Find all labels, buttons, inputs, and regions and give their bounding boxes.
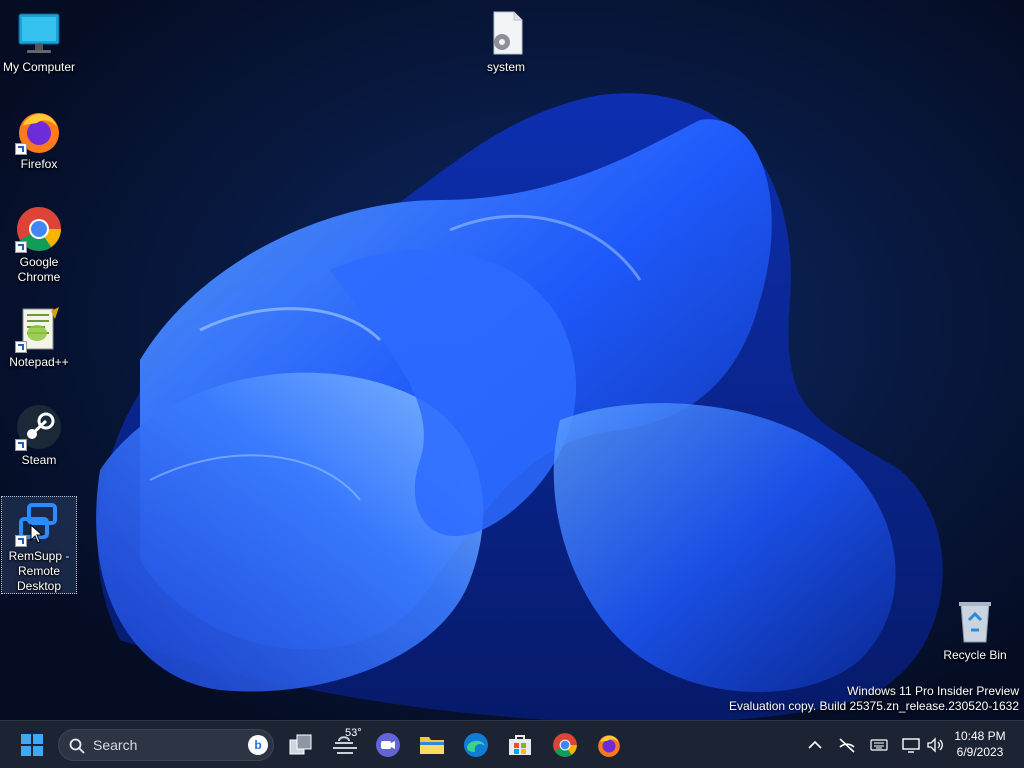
shortcut-arrow-icon bbox=[15, 143, 27, 155]
taskbar-meet[interactable] bbox=[372, 729, 404, 761]
weather-widget[interactable]: 53° bbox=[329, 727, 362, 761]
desktop-icon-firefox[interactable]: Firefox bbox=[1, 105, 77, 172]
start-icon bbox=[21, 734, 43, 756]
task-view-icon bbox=[289, 734, 312, 755]
shortcut-arrow-icon bbox=[15, 241, 27, 253]
display-status[interactable] bbox=[901, 735, 921, 755]
desktop-icon-notepadpp[interactable]: Notepad++ bbox=[1, 303, 77, 370]
clock-date: 6/9/2023 bbox=[956, 745, 1004, 759]
settings-file-icon bbox=[482, 10, 530, 58]
display-icon bbox=[902, 738, 920, 753]
clock-time: 10:48 PM bbox=[954, 729, 1006, 743]
bing-icon[interactable]: b bbox=[247, 734, 269, 756]
evaluation-watermark: Windows 11 Pro Insider Preview Evaluatio… bbox=[729, 684, 1019, 714]
network-off-icon bbox=[839, 738, 855, 753]
taskbar: Search b 53° 10:48 PM 6/9/2023 bbox=[0, 720, 1024, 768]
desktop-icon-label: Google Chrome bbox=[17, 255, 61, 284]
input-indicator[interactable] bbox=[869, 735, 889, 755]
taskbar-search[interactable]: Search b bbox=[58, 729, 274, 761]
taskbar-file-explorer[interactable] bbox=[416, 729, 448, 761]
search-icon bbox=[69, 738, 85, 754]
taskbar-edge[interactable] bbox=[460, 729, 492, 761]
start-button[interactable] bbox=[16, 729, 48, 761]
mouse-cursor-icon bbox=[30, 524, 44, 544]
search-label: Search bbox=[93, 737, 138, 753]
desktop-icon-my-computer[interactable]: My Computer bbox=[1, 8, 77, 75]
desktop-icon-label: Firefox bbox=[20, 157, 58, 171]
desktop-icon-recycle-bin[interactable]: Recycle Bin bbox=[937, 596, 1013, 663]
desktop-icon-label: Notepad++ bbox=[9, 355, 69, 369]
taskbar-firefox[interactable] bbox=[593, 729, 625, 761]
clock[interactable]: 10:48 PM 6/9/2023 bbox=[950, 728, 1010, 760]
desktop-icon-steam[interactable]: Steam bbox=[1, 401, 77, 468]
volume-button[interactable] bbox=[925, 735, 945, 755]
desktop-icon-system[interactable]: system bbox=[468, 8, 544, 75]
shortcut-arrow-icon bbox=[15, 439, 27, 451]
watermark-line1: Windows 11 Pro Insider Preview bbox=[847, 684, 1019, 698]
steam-icon bbox=[15, 403, 63, 451]
bloom-wallpaper bbox=[96, 93, 943, 720]
keyboard-icon bbox=[870, 739, 888, 751]
shortcut-arrow-icon bbox=[15, 535, 27, 547]
notepadpp-icon bbox=[15, 305, 63, 353]
desktop-icon-remsupp-remote-desktop[interactable]: RemSupp - Remote Desktop bbox=[1, 496, 77, 594]
desktop-icon-label: Recycle Bin bbox=[943, 648, 1007, 662]
meet-icon bbox=[376, 733, 400, 757]
shortcut-arrow-icon bbox=[15, 341, 27, 353]
chrome-icon bbox=[15, 205, 63, 253]
taskbar-chrome[interactable] bbox=[549, 729, 581, 761]
desktop[interactable]: My Computer Firefox Google Chrome Notepa… bbox=[0, 0, 1024, 720]
recycle-bin-icon bbox=[951, 598, 999, 646]
svg-text:b: b bbox=[254, 738, 261, 752]
network-status[interactable] bbox=[837, 735, 857, 755]
firefox-icon bbox=[598, 735, 620, 757]
desktop-icon-google-chrome[interactable]: Google Chrome bbox=[1, 203, 77, 285]
monitor-icon bbox=[15, 10, 63, 58]
chevron-up-icon bbox=[808, 740, 822, 749]
edge-icon bbox=[464, 733, 488, 757]
volume-icon bbox=[927, 737, 943, 753]
chrome-icon bbox=[553, 733, 577, 757]
desktop-icon-label: RemSupp - Remote Desktop bbox=[8, 549, 70, 593]
desktop-icon-label: system bbox=[486, 60, 525, 74]
taskbar-store[interactable] bbox=[504, 729, 536, 761]
task-view-button[interactable] bbox=[285, 729, 317, 761]
desktop-icon-label: Steam bbox=[21, 453, 57, 467]
weather-temp: 53° bbox=[345, 727, 362, 739]
show-hidden-icons-button[interactable] bbox=[805, 735, 825, 755]
file-explorer-icon bbox=[420, 737, 444, 754]
desktop-icon-label: My Computer bbox=[2, 60, 76, 74]
watermark-line2: Evaluation copy. Build 25375.zn_release.… bbox=[729, 699, 1019, 713]
firefox-icon bbox=[15, 107, 63, 155]
store-icon bbox=[509, 735, 531, 755]
